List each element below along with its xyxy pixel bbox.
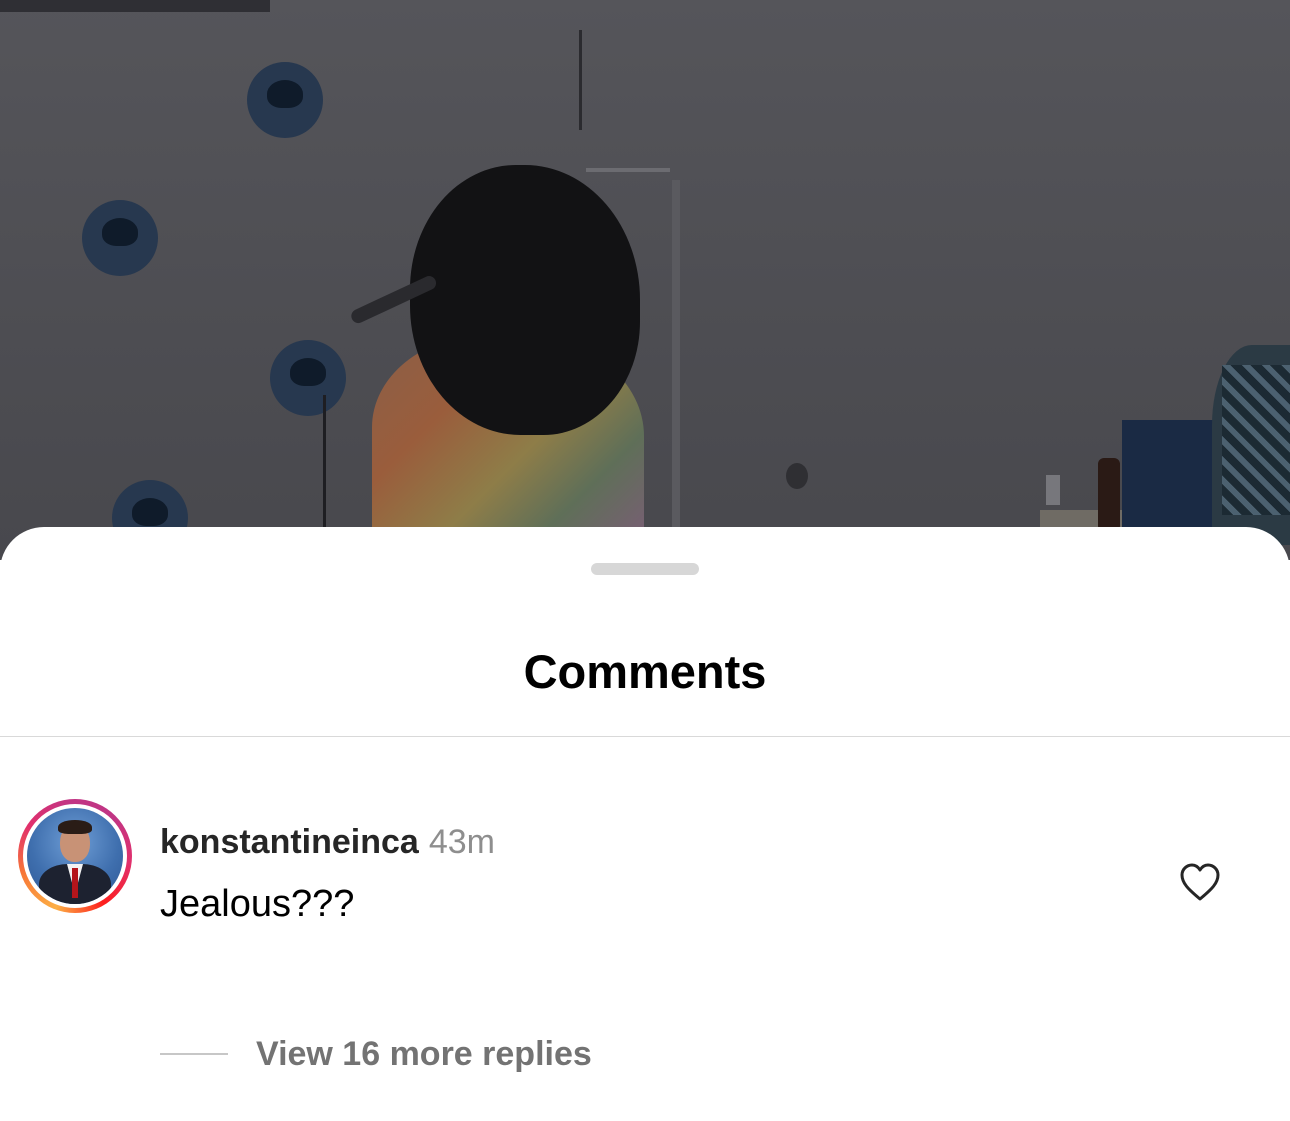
mic-stand bbox=[323, 395, 326, 545]
screen: Comments konstantineinca43m Jealous??? bbox=[0, 0, 1290, 1121]
comment-text: Jealous??? bbox=[160, 883, 355, 925]
backdrop-tree-logo bbox=[82, 200, 158, 276]
heart-outline-icon bbox=[1180, 863, 1220, 901]
comments-sheet: Comments konstantineinca43m Jealous??? bbox=[0, 527, 1290, 1121]
story-ring[interactable] bbox=[18, 799, 132, 913]
backdrop-shelf bbox=[586, 168, 670, 172]
wall-socket bbox=[786, 463, 808, 489]
avatar[interactable] bbox=[27, 808, 123, 904]
backdrop-door-frame bbox=[672, 180, 680, 540]
sheet-grabber[interactable] bbox=[591, 563, 699, 575]
replies-line bbox=[160, 1053, 228, 1055]
comment-header: konstantineinca 43m bbox=[160, 821, 495, 863]
view-more-replies-label: View 16 more replies bbox=[256, 1035, 592, 1073]
video-background[interactable] bbox=[0, 0, 1290, 560]
avatar-tie bbox=[72, 868, 78, 898]
backdrop-tree-logo bbox=[247, 62, 323, 138]
like-button[interactable] bbox=[1178, 861, 1222, 903]
backdrop-pole bbox=[579, 30, 582, 130]
bottle bbox=[1098, 458, 1120, 528]
backdrop-wall bbox=[0, 0, 1290, 560]
person-right bbox=[1212, 345, 1290, 545]
backdrop-tree-logo bbox=[270, 340, 346, 416]
comment-username[interactable]: konstantineinca bbox=[160, 823, 419, 861]
comment-item: konstantineinca 43m Jealous??? bbox=[0, 799, 1290, 925]
monitor bbox=[1122, 420, 1218, 530]
avatar-hair bbox=[58, 820, 92, 834]
comment-timestamp: 43m bbox=[428, 823, 495, 861]
backdrop-top-bar bbox=[0, 0, 270, 12]
sheet-title: Comments bbox=[523, 645, 767, 698]
title-divider bbox=[0, 736, 1290, 737]
wall-outlet bbox=[1046, 475, 1060, 505]
singer-hair bbox=[410, 165, 640, 435]
